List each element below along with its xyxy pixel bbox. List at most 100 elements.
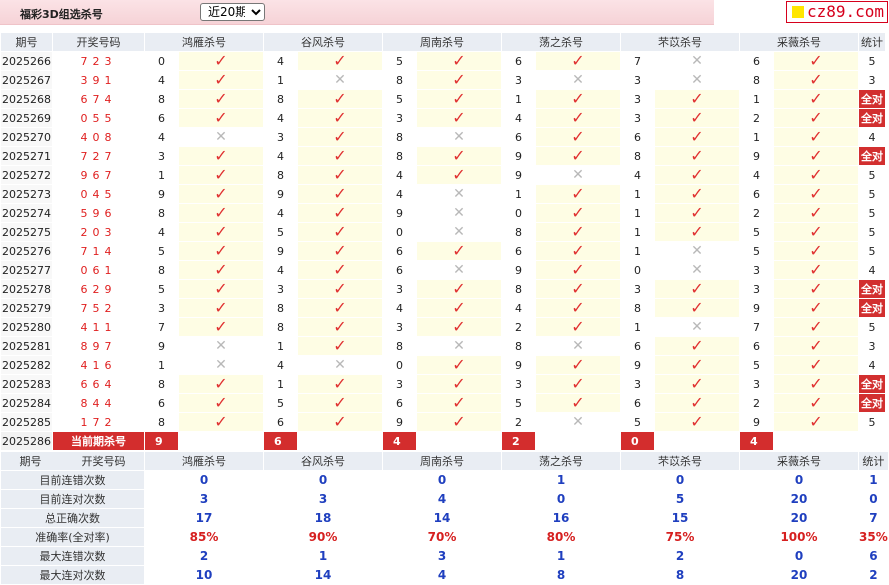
kill-result: ✓ (535, 51, 621, 71)
kill-result: ✓ (416, 317, 502, 337)
check-icon: ✓ (571, 146, 585, 165)
kill-number: 3 (739, 374, 774, 394)
table-row: 2025280 411 7 ✓ 8 ✓ 3 ✓ 2 ✓ 1 ✕ 7 ✓ 5 (0, 317, 886, 337)
site-logo[interactable]: cz89.com (786, 1, 888, 23)
check-icon: ✓ (214, 146, 228, 165)
check-icon: ✓ (571, 222, 585, 241)
kill-result: ✓ (535, 222, 621, 242)
stat-cell: 5 (858, 51, 886, 71)
kill-result: ✓ (773, 260, 859, 280)
kill-result: ✓ (654, 393, 740, 413)
kill-result: ✓ (773, 146, 859, 166)
summary-value: 5 (620, 489, 740, 509)
kill-number: 1 (263, 374, 298, 394)
kill-number: 6 (382, 241, 417, 261)
kill-number: 8 (382, 127, 417, 147)
current-kill-blank (416, 431, 502, 451)
kill-result: ✓ (654, 165, 740, 185)
kill-result: ✓ (654, 355, 740, 375)
cross-icon: ✕ (572, 72, 584, 88)
kill-number: 8 (501, 336, 536, 356)
kill-result: ✕ (535, 412, 621, 432)
kill-result: ✓ (297, 260, 383, 280)
summary-value: 85% (144, 527, 264, 547)
kill-result: ✓ (535, 241, 621, 261)
cross-icon: ✕ (453, 186, 465, 202)
kill-number: 4 (382, 165, 417, 185)
kill-result: ✓ (773, 279, 859, 299)
kill-number: 2 (739, 393, 774, 413)
check-icon: ✓ (690, 374, 704, 393)
issue-number: 2025283 (0, 374, 53, 394)
check-icon: ✓ (571, 393, 585, 412)
kill-number: 3 (382, 317, 417, 337)
kill-result: ✓ (297, 298, 383, 318)
summary-value: 0 (739, 470, 859, 490)
kill-result: ✕ (416, 260, 502, 280)
check-icon: ✓ (690, 355, 704, 374)
kill-result: ✓ (535, 203, 621, 223)
kill-number: 1 (739, 89, 774, 109)
check-icon: ✓ (452, 89, 466, 108)
check-icon: ✓ (809, 355, 823, 374)
table-header-row: 期号 开奖号码 鸿雁杀号 谷风杀号 周南杀号 荡之杀号 芣苡杀号 采薇杀号 统计 (0, 32, 886, 52)
check-icon: ✓ (452, 146, 466, 165)
draw-number: 844 (52, 393, 145, 413)
period-select[interactable]: 近20期 (200, 3, 265, 21)
table-row: 2025272 967 1 ✓ 8 ✓ 4 ✓ 9 ✕ 4 ✓ 4 ✓ 5 (0, 165, 886, 185)
kill-number: 6 (501, 127, 536, 147)
current-stat-blank (858, 431, 886, 451)
kill-number: 4 (263, 146, 298, 166)
check-icon: ✓ (214, 184, 228, 203)
kill-result: ✕ (416, 222, 502, 242)
kill-number: 5 (620, 412, 655, 432)
check-icon: ✓ (214, 222, 228, 241)
stat-cell: 3 (858, 70, 886, 90)
top-bar: 福彩3D组选杀号 近20期 cz89.com (0, 0, 889, 30)
kill-result: ✕ (416, 203, 502, 223)
kill-result: ✓ (773, 89, 859, 109)
draw-number: 664 (52, 374, 145, 394)
kill-number: 4 (263, 355, 298, 375)
issue-number: 2025267 (0, 70, 53, 90)
kill-result: ✓ (535, 127, 621, 147)
check-icon: ✓ (571, 374, 585, 393)
kill-result: ✓ (297, 184, 383, 204)
draw-number: 752 (52, 298, 145, 318)
kill-number: 6 (144, 108, 179, 128)
summary-value: 17 (144, 508, 264, 528)
kill-number: 4 (144, 222, 179, 242)
check-icon: ✓ (809, 241, 823, 260)
kill-number: 6 (382, 260, 417, 280)
kill-number: 3 (263, 127, 298, 147)
kill-number: 8 (144, 260, 179, 280)
kill-number: 3 (620, 108, 655, 128)
kill-number: 4 (263, 108, 298, 128)
kill-number: 5 (144, 241, 179, 261)
cross-icon: ✕ (691, 262, 703, 278)
check-icon: ✓ (571, 317, 585, 336)
kill-result: ✓ (416, 393, 502, 413)
kill-number: 3 (144, 298, 179, 318)
kill-number: 6 (263, 412, 298, 432)
kill-number: 5 (382, 89, 417, 109)
table-row: 2025279 752 3 ✓ 8 ✓ 4 ✓ 4 ✓ 8 ✓ 9 ✓ 全对 (0, 298, 886, 318)
summary-table: 期号 开奖号码 鸿雁杀号 谷风杀号 周南杀号 荡之杀号 芣苡杀号 采薇杀号 统计 目前连错次数 0 0… (0, 451, 889, 585)
kill-result: ✓ (654, 279, 740, 299)
issue-number: 2025269 (0, 108, 53, 128)
kill-number: 8 (144, 374, 179, 394)
kill-result: ✕ (654, 317, 740, 337)
kill-result: ✓ (178, 108, 264, 128)
current-row: 2025286 当前期杀号 9 6 4 2 0 4 (0, 431, 886, 451)
check-icon: ✓ (452, 298, 466, 317)
check-icon: ✓ (452, 393, 466, 412)
kill-result: ✓ (416, 241, 502, 261)
kill-number: 9 (263, 241, 298, 261)
kill-number: 9 (620, 355, 655, 375)
kill-number: 3 (620, 89, 655, 109)
issue-number: 2025268 (0, 89, 53, 109)
summary-value: 20 (739, 508, 859, 528)
check-icon: ✓ (333, 393, 347, 412)
kill-number: 8 (263, 298, 298, 318)
kill-result: ✕ (654, 260, 740, 280)
